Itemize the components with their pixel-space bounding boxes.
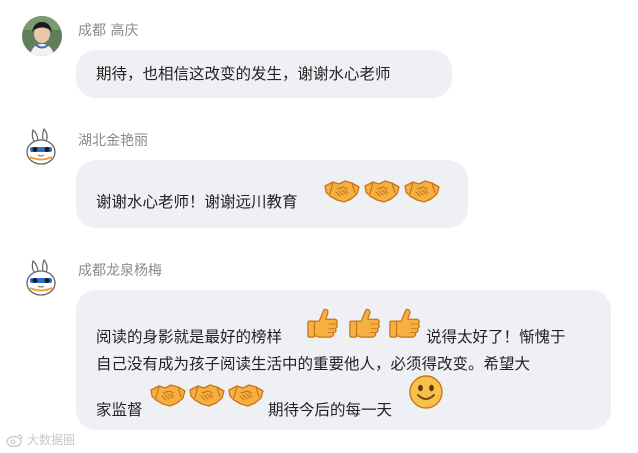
message-line: 家监督: [96, 398, 143, 420]
message-bubble: 谢谢水心老师！谢谢远川教育: [76, 160, 468, 228]
bunny-avatar-icon: [26, 258, 56, 296]
handshake-icon: [404, 172, 440, 208]
handshake-icon: [324, 172, 360, 208]
message-text: 期待今后的每一天: [268, 401, 393, 419]
message-line: 说得太好了！惭愧于: [426, 325, 566, 347]
user-avatar[interactable]: [22, 257, 62, 297]
user-avatar[interactable]: [22, 126, 62, 166]
weibo-icon: [6, 433, 23, 447]
handshake-icon: [189, 376, 225, 412]
watermark: 大数据圈: [6, 431, 75, 448]
message-line: 谢谢水心老师！谢谢远川教育: [96, 190, 298, 212]
message-line: 自己没有成为孩子阅读生活中的重要他人，必须得改变。希望大: [96, 352, 530, 374]
message-text: 期待，也相信这改变的发生，谢谢水心老师: [96, 65, 391, 83]
user-avatar[interactable]: [22, 16, 62, 56]
thumbs-up-icon: [348, 306, 382, 340]
message-text: 说得太好了！惭愧于: [426, 328, 566, 346]
message-bubble: 阅读的身影就是最好的榜样 说得太好了！惭愧于 自己没有成为孩子阅读生活中的重要他…: [76, 290, 611, 430]
watermark-text: 大数据圈: [27, 433, 76, 447]
message-text: 阅读的身影就是最好的榜样: [96, 328, 283, 346]
handshake-icon: [364, 172, 400, 208]
bunny-avatar-icon: [26, 127, 56, 165]
user-name[interactable]: 成都龙泉杨梅: [78, 263, 162, 279]
message-text: 自己没有成为孩子阅读生活中的重要他人，必须得改变。希望大: [96, 355, 531, 373]
photo-avatar-icon: [22, 16, 62, 56]
handshake-icon: [228, 376, 264, 412]
message-line: 阅读的身影就是最好的榜样: [96, 325, 282, 347]
message-line: 期待今后的每一天: [268, 398, 392, 420]
thumbs-up-icon: [306, 306, 340, 340]
smile-icon: [408, 374, 444, 410]
user-name[interactable]: 湖北金艳丽: [78, 133, 148, 149]
message-text: 家监督: [96, 401, 143, 419]
thumbs-up-icon: [388, 306, 422, 340]
user-name[interactable]: 成都 高庆: [78, 23, 138, 39]
message-text: 谢谢水心老师！谢谢远川教育: [96, 193, 298, 211]
handshake-icon: [150, 376, 186, 412]
message-bubble: 期待，也相信这改变的发生，谢谢水心老师: [76, 50, 452, 98]
